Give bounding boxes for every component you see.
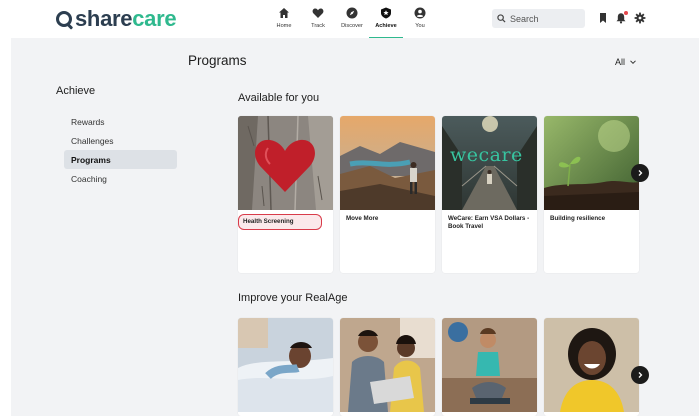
card-image-couple-laptop (340, 318, 435, 412)
carousel-next-button[interactable] (631, 366, 649, 384)
card-image-sprout (544, 116, 639, 210)
main-nav: Home Track Discover Achieve You (267, 5, 437, 39)
chevron-down-icon (630, 60, 636, 65)
nav-achieve[interactable]: Achieve (369, 5, 403, 39)
nav-track[interactable]: Track (301, 5, 335, 38)
chevron-right-icon (638, 170, 643, 176)
bookmarks-button[interactable] (597, 12, 609, 24)
shield-icon (381, 7, 391, 19)
sharecare-logo[interactable]: sharecare (56, 6, 177, 32)
home-icon (279, 8, 289, 18)
settings-button[interactable] (634, 12, 646, 24)
program-card-health-screening[interactable]: Health Screening (238, 116, 333, 273)
user-icon (414, 7, 426, 19)
program-card-building-resilience[interactable]: Building resilience (544, 116, 639, 273)
search-input[interactable] (510, 13, 580, 24)
sidebar-item-challenges[interactable]: Challenges (64, 131, 177, 150)
card-label: Move More (346, 215, 379, 222)
card-label: WeCare: Earn VSA Dollars - Book Travel (448, 215, 530, 231)
filter-dropdown[interactable]: All (615, 57, 637, 67)
card-image-sleeping-man (238, 318, 333, 412)
wecare-image-text: wecare (450, 144, 523, 166)
search-icon (497, 14, 506, 23)
program-card-sleep[interactable] (238, 318, 333, 416)
search-box[interactable] (492, 9, 585, 28)
filter-value: All (615, 57, 626, 67)
section-title-available: Available for you (238, 92, 320, 104)
sidebar-item-coaching[interactable]: Coaching (64, 169, 177, 188)
sidebar-title: Achieve (56, 85, 96, 97)
sidebar-item-programs[interactable]: Programs (64, 150, 177, 169)
program-card-yoga[interactable] (442, 318, 537, 416)
card-image-smiling-woman (544, 318, 639, 412)
program-card-move-more[interactable]: Move More (340, 116, 435, 273)
card-image-mountain-hiker (340, 116, 435, 210)
card-label: Health Screening (238, 214, 322, 231)
card-label: Building resilience (550, 215, 606, 222)
program-card-wecare[interactable]: wecare WeCare: Earn VSA Dollars - Book T… (442, 116, 537, 273)
heart-icon (312, 8, 324, 18)
program-card-couple-laptop[interactable] (340, 318, 435, 416)
logo-wordmark: sharecare (75, 6, 177, 31)
card-image-wecare-bridge: wecare (442, 116, 537, 210)
notifications-button[interactable] (615, 11, 628, 24)
card-image-yoga-woman (442, 318, 537, 412)
compass-icon (346, 7, 358, 19)
top-header: sharecare Home Track Discover Achieve Yo… (0, 0, 699, 39)
section-title-realage: Improve your RealAge (238, 292, 348, 304)
card-image-heart-bark (238, 116, 333, 210)
logo-magnifier-icon (56, 11, 72, 27)
chevron-right-icon (638, 372, 643, 378)
gear-icon (634, 12, 646, 24)
nav-home[interactable]: Home (267, 5, 301, 38)
main-content: Programs All Achieve Rewards Challenges … (11, 38, 699, 416)
sidebar-nav: Rewards Challenges Programs Coaching (64, 112, 177, 188)
nav-discover[interactable]: Discover (335, 5, 369, 38)
bookmark-icon (600, 13, 606, 23)
program-card-smiling-woman[interactable] (544, 318, 639, 416)
sidebar-item-rewards[interactable]: Rewards (64, 112, 177, 131)
nav-you[interactable]: You (403, 5, 437, 38)
carousel-next-button[interactable] (631, 164, 649, 182)
page-title: Programs (188, 53, 247, 68)
notification-badge (624, 11, 628, 15)
